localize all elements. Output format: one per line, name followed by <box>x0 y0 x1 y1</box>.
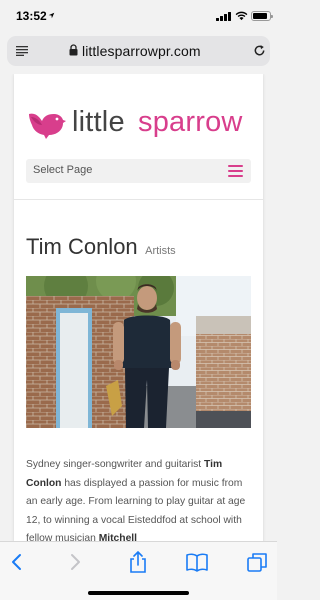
logo-text-little: little <box>72 106 125 138</box>
artist-bio: Sydney singer-songwriter and guitarist T… <box>26 456 254 541</box>
url-text[interactable]: littlesparrowpr.com <box>82 43 201 59</box>
share-icon[interactable] <box>127 551 149 573</box>
page-title: Tim Conlon Artists <box>26 234 176 260</box>
bio-collaborator-name: Mitchell <box>98 533 138 541</box>
sparrow-bird-icon <box>29 113 66 139</box>
lock-icon <box>69 44 78 56</box>
wifi-icon <box>235 11 248 21</box>
back-arrow-icon[interactable] <box>6 551 28 573</box>
location-arrow-icon <box>48 12 55 19</box>
reader-mode-icon[interactable] <box>16 46 28 56</box>
status-time: 13:52 <box>16 9 47 23</box>
cellular-signal-icon <box>216 12 231 21</box>
hamburger-menu-icon[interactable] <box>228 165 243 177</box>
select-page-label: Select Page <box>33 164 93 176</box>
address-bar[interactable]: littlesparrowpr.com <box>7 36 270 66</box>
site-logo[interactable]: little sparrow <box>26 104 256 144</box>
artist-photo <box>26 276 251 428</box>
web-content[interactable]: little sparrow Select Page Tim Conlon Ar… <box>0 74 277 541</box>
home-indicator <box>88 591 189 595</box>
category-link[interactable]: Artists <box>145 245 176 257</box>
artist-name-heading: Tim Conlon <box>26 234 138 259</box>
tabs-icon[interactable] <box>246 551 268 573</box>
battery-level <box>253 13 267 19</box>
header-divider <box>14 199 263 200</box>
logo-text-sparrow: sparrow <box>138 106 243 138</box>
battery-icon <box>251 11 273 21</box>
bio-text: Sydney singer-songwriter and guitarist <box>26 459 204 470</box>
reload-icon[interactable] <box>253 44 266 57</box>
browser-toolbar <box>0 541 277 600</box>
forward-arrow-icon[interactable] <box>64 551 86 573</box>
page-container: little sparrow Select Page Tim Conlon Ar… <box>14 74 263 541</box>
status-bar: 13:52 <box>0 0 277 32</box>
select-page-menu[interactable]: Select Page <box>26 159 251 183</box>
bookmarks-icon[interactable] <box>186 551 208 573</box>
